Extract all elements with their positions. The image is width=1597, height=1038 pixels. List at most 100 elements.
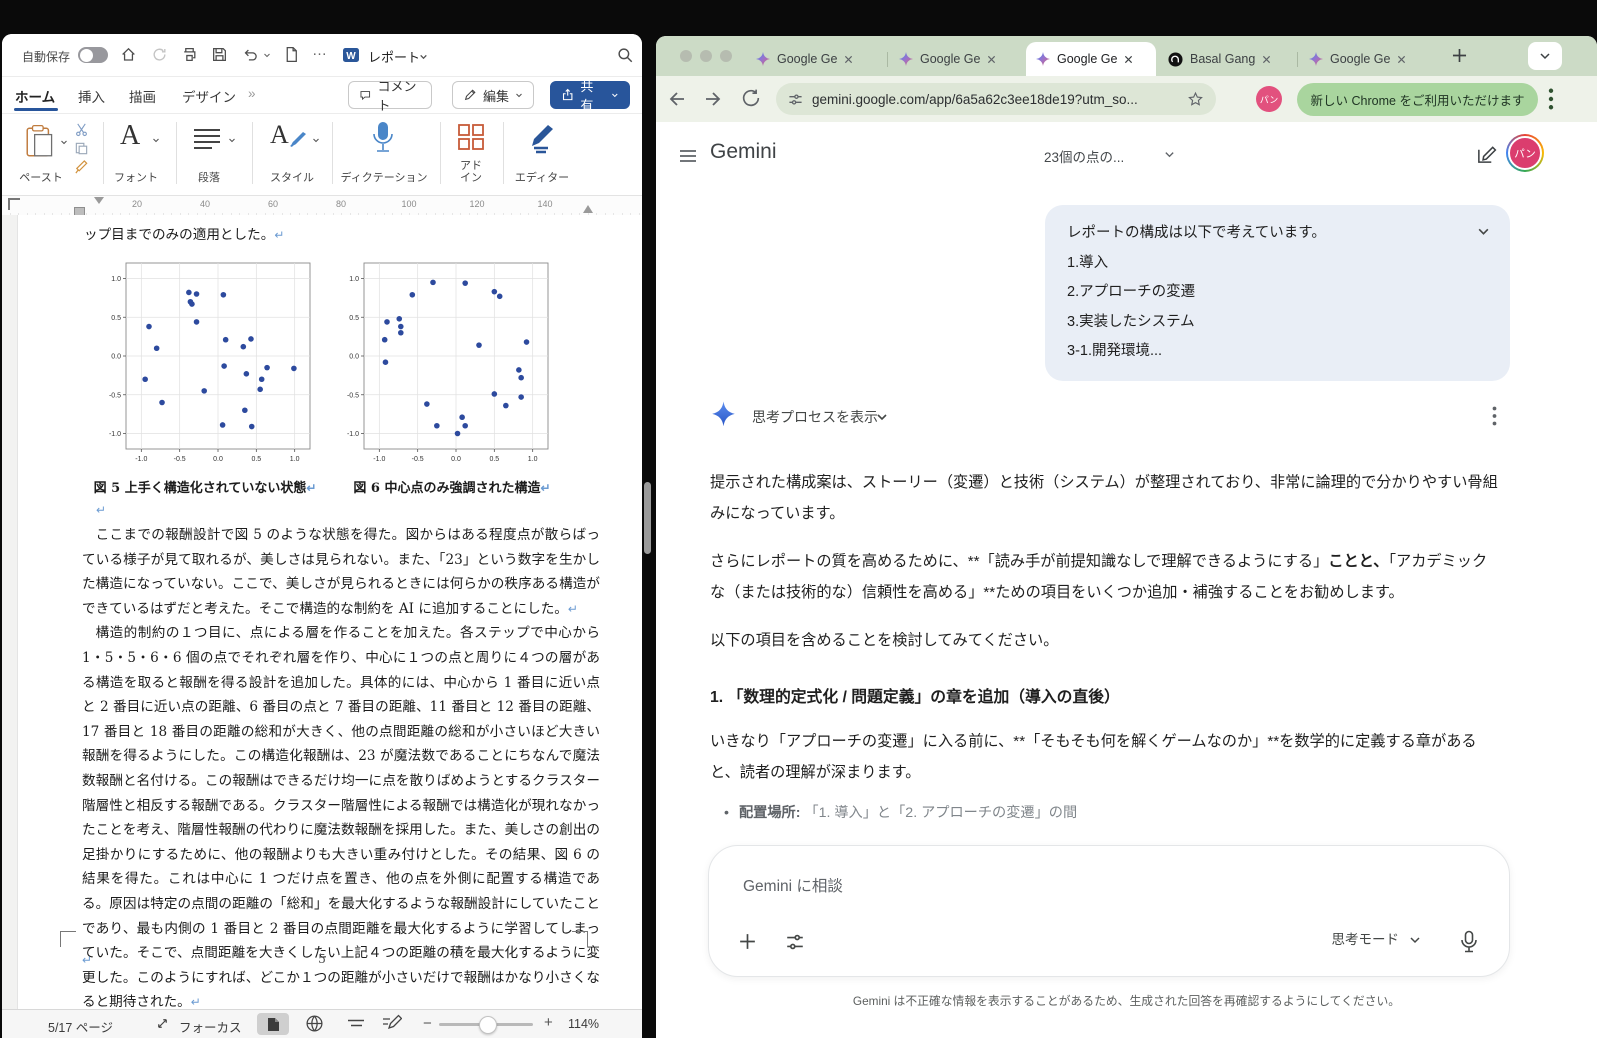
gemini-brand[interactable]: Gemini	[710, 140, 777, 164]
addins-icon[interactable]	[456, 122, 486, 152]
prompt-input[interactable]: Gemini に相談 思考モード	[708, 845, 1510, 977]
dictation-icon[interactable]	[370, 120, 396, 158]
paste-icon[interactable]	[24, 124, 58, 160]
editor-label[interactable]: エディター	[512, 172, 572, 184]
tabs-overflow-chevrons[interactable]: »	[248, 86, 256, 101]
close-tab-icon[interactable]	[1262, 55, 1271, 64]
paragraph-chevron-icon[interactable]	[228, 136, 236, 144]
paragraph-icon[interactable]	[192, 126, 222, 152]
new-document-icon[interactable]	[283, 46, 300, 63]
url-text[interactable]: gemini.google.com/app/6a5a62c3ee18de19?u…	[812, 92, 1178, 107]
browser-tab-active[interactable]: Google Ge	[1026, 42, 1156, 76]
print-icon[interactable]	[181, 46, 198, 63]
format-painter-icon[interactable]	[74, 160, 89, 175]
address-bar[interactable]: gemini.google.com/app/6a5a62c3ee18de19?u…	[776, 83, 1216, 115]
dictation-label[interactable]: ディクテーション	[332, 172, 436, 184]
comment-button[interactable]: コメント	[348, 79, 432, 113]
browser-tab[interactable]: Basal Gang	[1158, 42, 1296, 76]
focus-expand-icon[interactable]	[155, 1016, 170, 1031]
close-tab-icon[interactable]	[1397, 55, 1406, 64]
tab-design[interactable]: デザイン	[182, 86, 236, 106]
outline-view-icon[interactable]	[347, 1016, 365, 1031]
document-title[interactable]: レポート	[368, 47, 420, 66]
zoom-percent-label[interactable]: 114%	[568, 1017, 599, 1031]
title-chevron-icon[interactable]	[419, 52, 428, 61]
draft-view-icon[interactable]	[382, 1014, 402, 1032]
close-tab-icon[interactable]	[1124, 55, 1133, 64]
microphone-icon[interactable]	[1459, 930, 1479, 954]
share-button[interactable]: 共有	[550, 79, 630, 113]
styles-chevron-icon[interactable]	[312, 136, 320, 144]
web-layout-view-icon[interactable]	[305, 1014, 324, 1033]
browser-tab[interactable]: Google Ge	[1299, 42, 1436, 76]
bookmark-star-icon[interactable]	[1187, 91, 1204, 108]
zoom-window-button[interactable]	[720, 50, 732, 62]
tab-insert[interactable]: 挿入	[78, 86, 105, 106]
chrome-update-button[interactable]: 新しい Chrome をご利用いただけます	[1297, 83, 1538, 116]
account-avatar-ring[interactable]: パン	[1506, 134, 1544, 172]
styles-label[interactable]: スタイル	[260, 172, 324, 184]
first-line-indent-marker[interactable]	[94, 197, 104, 209]
forward-button[interactable]	[702, 87, 726, 111]
focus-label[interactable]: フォーカス	[179, 1017, 242, 1036]
conversation-chevron-icon[interactable]	[1164, 149, 1175, 160]
editor-icon[interactable]	[524, 120, 558, 154]
font-label[interactable]: フォント	[107, 172, 165, 184]
zoom-slider-knob[interactable]	[479, 1016, 497, 1034]
tab-stop-selector[interactable]	[8, 198, 20, 210]
new-tab-button[interactable]	[1450, 46, 1469, 65]
home-icon[interactable]	[120, 46, 137, 63]
add-attachment-icon[interactable]	[737, 931, 758, 952]
collapse-chevron-icon[interactable]	[1477, 225, 1490, 238]
word-scrollbar-thumb[interactable]	[644, 482, 651, 554]
minimize-window-button[interactable]	[700, 50, 712, 62]
close-window-button[interactable]	[680, 50, 692, 62]
font-chevron-icon[interactable]	[152, 136, 160, 144]
new-chat-icon[interactable]	[1476, 144, 1497, 165]
show-thoughts-label[interactable]: 思考プロセスを表示	[752, 407, 878, 427]
autosave-toggle[interactable]	[78, 47, 108, 63]
conversation-title[interactable]: 23個の点の...	[1044, 146, 1124, 166]
close-tab-icon[interactable]	[844, 55, 853, 64]
font-icon[interactable]: A	[120, 120, 140, 152]
tab-home[interactable]: ホーム	[15, 86, 55, 106]
close-tab-icon[interactable]	[987, 55, 996, 64]
browser-tab[interactable]: Google Ge	[889, 42, 1026, 76]
undo-chevron-icon[interactable]	[263, 51, 271, 59]
styles-icon[interactable]: A	[270, 120, 289, 150]
tab-search-button[interactable]	[1528, 42, 1562, 70]
svg-text:1.0: 1.0	[349, 276, 359, 283]
edit-mode-button[interactable]: 編集	[452, 81, 534, 109]
print-layout-view-button[interactable]	[257, 1013, 289, 1035]
browser-menu-icon[interactable]	[1542, 88, 1560, 110]
account-avatar[interactable]: パン	[1508, 136, 1542, 170]
copy-icon[interactable]	[74, 141, 89, 156]
profile-avatar[interactable]: パン	[1256, 86, 1282, 112]
tools-icon[interactable]	[785, 932, 805, 952]
menu-hamburger-icon[interactable]	[678, 146, 698, 166]
right-indent-marker[interactable]	[583, 200, 593, 213]
mode-chevron-icon[interactable]	[1409, 934, 1421, 946]
svg-text:0.5: 0.5	[489, 456, 499, 463]
cut-icon[interactable]	[74, 122, 89, 137]
message-menu-icon[interactable]	[1492, 406, 1497, 426]
more-icon[interactable]: …	[312, 42, 327, 59]
document-canvas[interactable]: ップ目までのみの適用とした。↵ -1.0 -1.0 -0.5 -0.5 0.0 0.0 0.…	[2, 215, 642, 1010]
back-button[interactable]	[664, 87, 688, 111]
undo-icon[interactable]	[242, 46, 259, 63]
tab-draw[interactable]: 描画	[129, 86, 156, 106]
thoughts-chevron-icon[interactable]	[876, 411, 888, 423]
zoom-in-button[interactable]: +	[544, 1014, 553, 1031]
zoom-out-button[interactable]: −	[423, 1015, 432, 1032]
browser-tab[interactable]: Google Ge	[746, 42, 886, 76]
page-count-label[interactable]: 5/17 ページ	[48, 1017, 113, 1036]
paragraph-label[interactable]: 段落	[184, 172, 234, 184]
save-icon[interactable]	[211, 46, 228, 63]
paste-chevron-icon[interactable]	[60, 138, 68, 146]
search-icon[interactable]	[616, 46, 634, 64]
thinking-mode-label[interactable]: 思考モード	[1332, 928, 1400, 948]
reload-button[interactable]	[740, 87, 762, 109]
paste-label[interactable]: ペースト	[12, 172, 70, 184]
addins-label[interactable]: アド イン	[452, 160, 490, 184]
site-settings-icon[interactable]	[788, 92, 803, 107]
